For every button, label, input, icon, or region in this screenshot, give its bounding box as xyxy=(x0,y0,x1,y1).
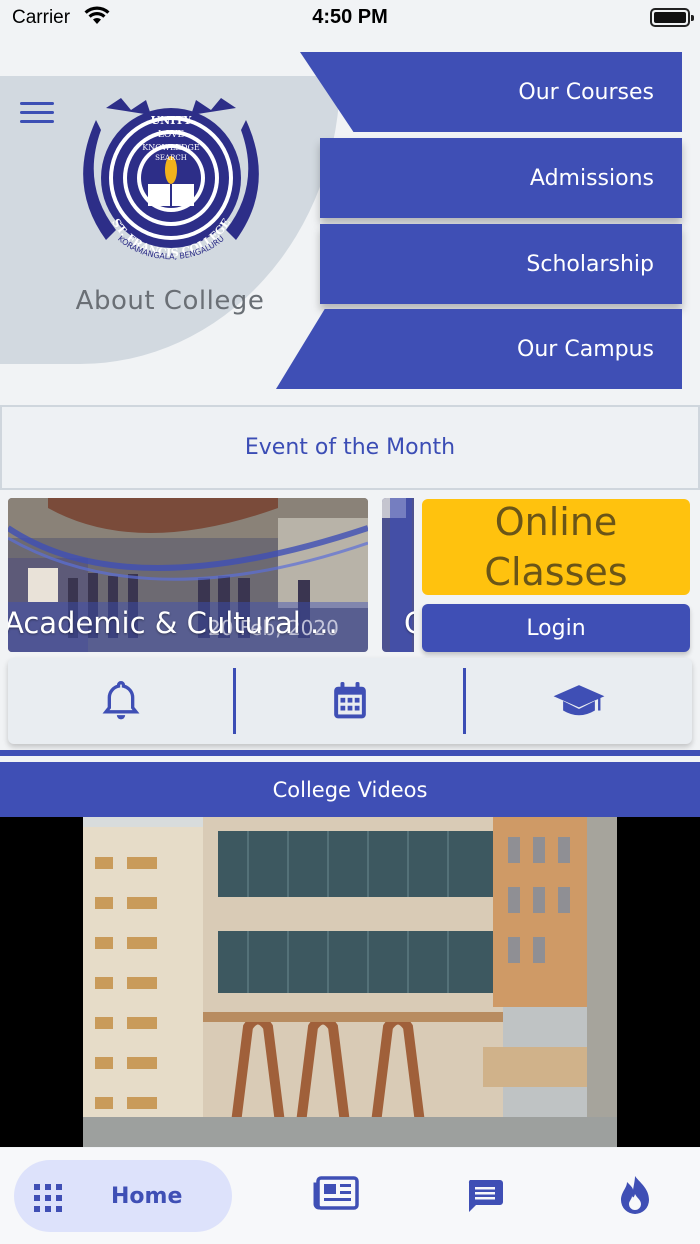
calendar-icon xyxy=(334,682,366,719)
status-bar: Carrier 4:50 PM xyxy=(0,0,700,40)
online-classes-banner[interactable]: Online Classes xyxy=(422,499,690,595)
nav-tab-admissions[interactable]: Admissions xyxy=(320,138,682,218)
notifications-button[interactable] xyxy=(8,658,234,744)
online-classes-title: Online Classes xyxy=(484,500,628,594)
bell-icon xyxy=(102,680,140,720)
battery-icon xyxy=(650,8,694,27)
nav-tab-label: Scholarship xyxy=(526,251,654,277)
nav-tab-label: Our Courses xyxy=(518,79,654,105)
event-of-month-header: Event of the Month xyxy=(0,405,700,490)
video-player[interactable] xyxy=(0,817,700,1147)
courses-button[interactable] xyxy=(466,658,692,744)
nav-home[interactable]: Home xyxy=(14,1160,232,1232)
about-college-label: About College xyxy=(75,286,265,316)
event-slide[interactable]: C xyxy=(382,498,414,652)
college-logo: UNITY LOVE KNOWLEDGE SEARCH ST. FRANCIS … xyxy=(83,98,259,261)
login-button[interactable]: Login xyxy=(422,604,690,652)
college-videos-header: College Videos xyxy=(0,762,700,817)
clock: 4:50 PM xyxy=(312,6,388,28)
nav-tab-label: Our Campus xyxy=(517,336,654,362)
quick-action-bar xyxy=(8,658,692,744)
nav-news[interactable] xyxy=(313,1176,359,1214)
nav-home-label: Home xyxy=(111,1183,183,1209)
event-title: Event of the Month xyxy=(244,435,456,460)
logo-motto-search: SEARCH xyxy=(155,154,187,162)
login-label: Login xyxy=(526,615,586,641)
nav-messages[interactable] xyxy=(467,1178,503,1218)
nav-tab-our-campus[interactable]: Our Campus xyxy=(276,309,682,389)
event-carousel[interactable]: 20 Feb, 2020 Academic & Cultural ... C xyxy=(0,498,414,652)
logo-motto-unity: UNITY xyxy=(151,114,192,127)
section-divider xyxy=(0,750,700,756)
fire-icon xyxy=(621,1176,649,1214)
nav-tab-scholarship[interactable]: Scholarship xyxy=(320,224,682,304)
chat-icon xyxy=(468,1180,503,1212)
nav-trending[interactable] xyxy=(615,1174,655,1220)
grid-icon xyxy=(34,1184,62,1212)
nav-tab-label: Admissions xyxy=(529,165,654,191)
bottom-nav-bar: Home xyxy=(0,1148,700,1244)
calendar-button[interactable] xyxy=(236,658,464,744)
hamburger-menu-icon[interactable] xyxy=(20,102,54,124)
logo-motto-knowledge: KNOWLEDGE xyxy=(142,143,200,152)
event-slide-caption: Academic & Cultural ... xyxy=(8,606,338,640)
event-slide-caption: C xyxy=(404,606,414,640)
graduation-cap-icon xyxy=(553,685,605,716)
newspaper-icon xyxy=(313,1176,359,1210)
logo-motto-love: LOVE xyxy=(158,130,184,140)
nav-tab-our-courses[interactable]: Our Courses xyxy=(300,52,682,132)
video-thumbnail xyxy=(83,817,617,1147)
event-slide[interactable]: 20 Feb, 2020 Academic & Cultural ... xyxy=(8,498,368,652)
college-videos-title: College Videos xyxy=(272,777,428,802)
